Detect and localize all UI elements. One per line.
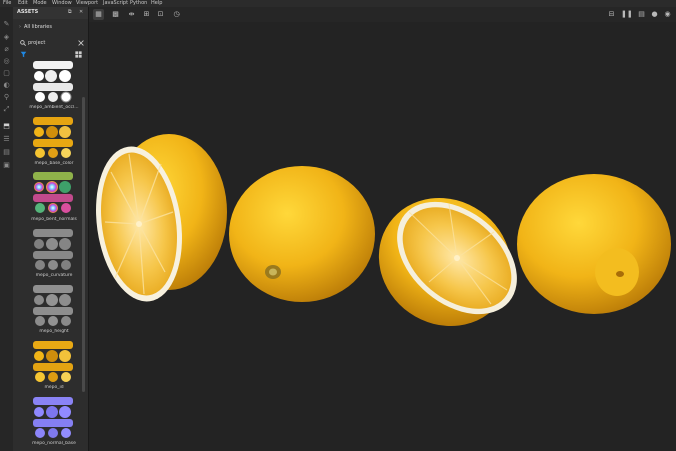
menu-help[interactable]: Help: [151, 0, 162, 7]
thumb-id[interactable]: [31, 340, 75, 384]
search-icon: [20, 40, 26, 46]
library-label: All libraries: [24, 24, 52, 30]
menu-file[interactable]: File: [3, 0, 11, 7]
menu-bar: File Edit Mode Window Viewport JavaScrip…: [0, 0, 676, 7]
thumb-curvature[interactable]: [31, 228, 75, 272]
eraser-icon[interactable]: ◈: [2, 33, 11, 42]
texture-set-icon[interactable]: ▤: [2, 148, 11, 157]
menu-python[interactable]: Python: [130, 0, 147, 7]
menu-mode[interactable]: Mode: [33, 0, 47, 7]
assets-scrollbar[interactable]: [82, 97, 85, 392]
assets-title: ASSETS: [17, 9, 39, 15]
clock-icon[interactable]: ◷: [171, 9, 182, 20]
asset-label-id: mepo_id: [44, 385, 64, 390]
search-input[interactable]: project: [28, 40, 45, 46]
align-icon[interactable]: ⊞: [141, 9, 152, 20]
asset-label-base-color: mepo_base_color: [34, 161, 74, 166]
brush-icon[interactable]: ✎: [2, 20, 11, 29]
filter-icon[interactable]: [20, 51, 27, 58]
tool-strip: ✎ ◈ ⌀ ◎ ▢ ◐ ⚲ ⤢ ⬒ ☰ ▤ ▣: [0, 7, 14, 451]
lemon-whole-tip: [517, 174, 671, 314]
menu-viewport[interactable]: Viewport: [76, 0, 98, 7]
fill-icon[interactable]: ◐: [2, 81, 11, 90]
split-view-icon[interactable]: ▩: [110, 9, 121, 20]
asset-label-curvature: mepo_curvature: [35, 273, 73, 278]
layers-icon[interactable]: ☰: [2, 135, 11, 144]
asset-label-height: mepo_height: [39, 329, 69, 334]
assets-panel: ASSETS ⧉ ✕ › All libraries project mepo_…: [13, 7, 89, 451]
layout-grid-icon[interactable]: ▦: [93, 9, 104, 20]
menu-edit[interactable]: Edit: [18, 0, 28, 7]
lemon-whole: [229, 166, 375, 302]
menu-javascript[interactable]: JavaScript: [103, 0, 128, 7]
frame-icon[interactable]: ⊡: [155, 9, 166, 20]
viewport-toolbar: ▦ ▩ ⇹ ⊞ ⊡ ◷ ⊟ ❚❚ ▤ ● ◉: [89, 7, 676, 22]
thumb-normal-base[interactable]: [31, 396, 75, 440]
transform-icon[interactable]: ⤢: [2, 105, 11, 114]
material-sphere-icon[interactable]: ●: [649, 9, 660, 20]
asset-label-normal-base: mepo_normal_base: [32, 441, 76, 446]
dock-icon[interactable]: ⧉: [68, 9, 72, 15]
thumb-height[interactable]: [31, 284, 75, 328]
chevron-right-icon: ›: [19, 24, 21, 30]
picker-icon[interactable]: ⚲: [2, 93, 11, 102]
viewport-canvas[interactable]: [89, 22, 676, 451]
symmetry-icon[interactable]: ⇹: [126, 9, 137, 20]
filter-row: [17, 50, 83, 59]
display-icon[interactable]: ▣: [2, 161, 11, 170]
clear-search-icon[interactable]: [78, 40, 84, 46]
thumb-base-color[interactable]: [31, 116, 75, 160]
menu-window[interactable]: Window: [52, 0, 72, 7]
thumb-bent-normals[interactable]: [31, 171, 75, 215]
thumb-ambient-occlusion[interactable]: [31, 60, 75, 104]
pause-icon[interactable]: ❚❚: [621, 9, 633, 20]
clone-icon[interactable]: ▢: [2, 69, 11, 78]
close-panel-icon[interactable]: ✕: [79, 9, 83, 15]
projection-icon[interactable]: ⌀: [2, 45, 11, 54]
display-settings-icon[interactable]: ▤: [636, 9, 647, 20]
assets-icon[interactable]: ⬒: [2, 122, 11, 131]
screenshot-icon[interactable]: ⊟: [606, 9, 617, 20]
library-selector[interactable]: › All libraries: [19, 24, 52, 30]
asset-label-ao: mepo_ambient_occl...: [29, 105, 79, 110]
smudge-icon[interactable]: ◎: [2, 57, 11, 66]
grid-view-icon[interactable]: [75, 51, 82, 58]
assets-header: ASSETS ⧉ ✕: [13, 7, 88, 19]
search-field[interactable]: project: [17, 39, 84, 48]
asset-label-bent-normals: mepo_bent_normals: [31, 217, 77, 222]
camera-icon[interactable]: ◉: [662, 9, 673, 20]
